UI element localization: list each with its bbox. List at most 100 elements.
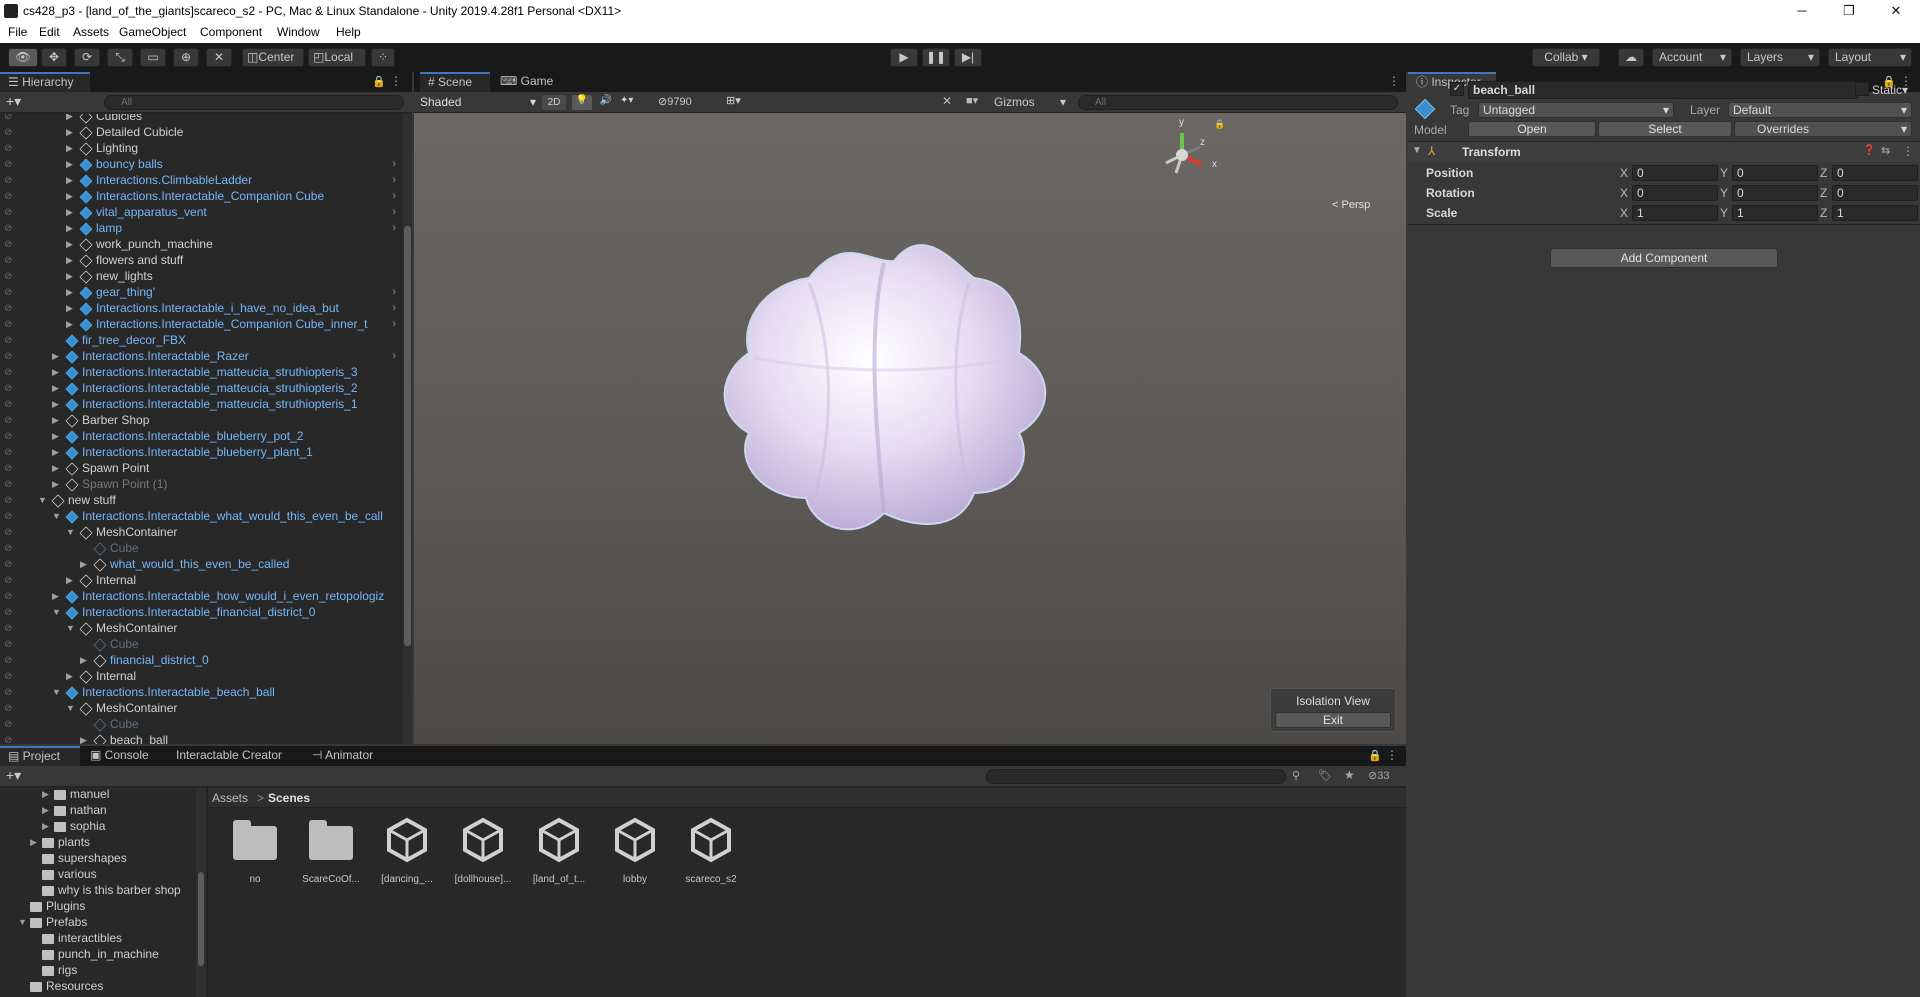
add-component-button[interactable]: Add Component [1550,248,1778,268]
hierarchy-item[interactable]: ⊘ ▶ Interactions.Interactable_i_have_no_id… [0,301,400,317]
search-by-label-icon[interactable]: 🏷 [1318,769,1332,782]
foldout-collapsed-icon[interactable]: ▶ [66,669,76,684]
project-folder-item[interactable]: interactibles [0,931,196,947]
visibility-toggle-icon[interactable]: ⊘ [4,479,16,490]
visibility-toggle-icon[interactable]: ⊘ [4,191,16,202]
visibility-toggle-icon[interactable]: ⊘ [4,271,16,282]
hidden-packages-counter[interactable]: ⊘33 [1368,769,1389,782]
visibility-toggle-icon[interactable]: ⊘ [4,543,16,554]
visibility-toggle-icon[interactable]: ⊘ [4,607,16,618]
foldout-collapsed-icon[interactable]: ▶ [66,157,76,172]
visibility-toggle-icon[interactable]: ⊘ [4,399,16,410]
foldout-collapsed-icon[interactable]: ▶ [66,573,76,588]
view-tool-button[interactable]: 👁 [8,48,38,67]
open-model-button[interactable]: Open [1468,121,1596,137]
hierarchy-item[interactable]: ⊘ Cube [0,637,400,653]
menu-help[interactable]: Help [336,25,361,39]
open-prefab-chevron-icon[interactable]: › [392,317,396,332]
visibility-toggle-icon[interactable]: ⊘ [4,114,16,122]
foldout-collapsed-icon[interactable]: ▶ [52,461,62,476]
foldout-collapsed-icon[interactable]: ▶ [30,835,37,850]
visibility-toggle-icon[interactable]: ⊘ [4,223,16,234]
foldout-collapsed-icon[interactable]: ▶ [66,173,76,188]
2d-toggle-button[interactable]: 2D [542,95,566,110]
hierarchy-item[interactable]: ⊘ Cube [0,541,400,557]
tab-animator[interactable]: ⊣ Animator [304,746,394,766]
menu-component[interactable]: Component [200,25,262,39]
visibility-toggle-icon[interactable]: ⊘ [4,703,16,714]
hierarchy-item[interactable]: ⊘ ▶ Spawn Point (1) [0,477,400,493]
overrides-dropdown[interactable]: Overrides ▾ [1734,121,1912,137]
hierarchy-item[interactable]: ⊘ ▼ Interactions.Interactable_financial_di… [0,605,400,621]
play-button[interactable]: ▶ [890,48,918,67]
gizmo-lock-icon[interactable]: 🔒 [1214,119,1225,130]
hierarchy-item[interactable]: ⊘ ▶ bouncy balls › [0,157,400,173]
hierarchy-item[interactable]: ⊘ ▶ new_lights [0,269,400,285]
asset-scene[interactable]: [dollhouse]... [452,816,514,885]
visibility-toggle-icon[interactable]: ⊘ [4,255,16,266]
menu-assets[interactable]: Assets [73,25,109,39]
minimize-button[interactable]: ─ [1779,0,1825,22]
tab-console[interactable]: ▣ Console [82,746,162,766]
open-prefab-chevron-icon[interactable]: › [392,157,396,172]
open-prefab-chevron-icon[interactable]: › [392,173,396,188]
visibility-toggle-icon[interactable]: ⊘ [4,351,16,362]
hierarchy-item[interactable]: ⊘ ▼ Interactions.Interactable_what_would_t… [0,509,400,525]
visibility-toggle-icon[interactable]: ⊘ [4,719,16,730]
axis-x-label[interactable]: X [1620,206,1628,220]
visibility-toggle-icon[interactable]: ⊘ [4,367,16,378]
pause-button[interactable]: ❚❚ [922,48,950,67]
project-folder-item[interactable]: ▶ plants [0,835,196,851]
hierarchy-item[interactable]: ⊘ Cube [0,717,400,733]
visibility-toggle-icon[interactable]: ⊘ [4,127,16,138]
foldout-collapsed-icon[interactable]: ▶ [66,253,76,268]
rotation-z-field[interactable]: 0 [1832,185,1918,201]
hierarchy-item[interactable]: ⊘ ▶ Spawn Point [0,461,400,477]
visibility-toggle-icon[interactable]: ⊘ [4,143,16,154]
project-folder-item[interactable]: ▶ sophia [0,819,196,835]
foldout-collapsed-icon[interactable]: ▶ [66,285,76,300]
foldout-collapsed-icon[interactable]: ▶ [52,413,62,428]
axis-x-label[interactable]: X [1620,186,1628,200]
project-folder-item[interactable]: why is this barber shop [0,883,196,899]
foldout-collapsed-icon[interactable]: ▶ [66,237,76,252]
foldout-collapsed-icon[interactable]: ▶ [52,589,62,604]
breadcrumb-scenes[interactable]: Scenes [268,791,310,805]
axis-y-label[interactable]: Y [1720,186,1728,200]
hierarchy-item[interactable]: ⊘ ▶ Interactions.ClimbableLadder › [0,173,400,189]
active-checkbox[interactable]: ✓ [1450,82,1464,96]
menu-window[interactable]: Window [277,25,320,39]
visibility-toggle-icon[interactable]: ⊘ [4,463,16,474]
pivot-local-button[interactable]: ◰Local [308,48,366,67]
visibility-toggle-icon[interactable]: ⊘ [4,639,16,650]
foldout-collapsed-icon[interactable]: ▶ [66,301,76,316]
scale-tool-button[interactable]: ⤡ [107,48,133,67]
hierarchy-item[interactable]: ⊘ ▶ Interactions.Interactable_matteucia_st… [0,381,400,397]
asset-scene[interactable]: [dancing_... [376,816,438,885]
visibility-toggle-icon[interactable]: ⊘ [4,239,16,250]
project-tree-scrollbar[interactable] [196,788,206,997]
asset-scene[interactable]: lobby [604,816,666,885]
foldout-collapsed-icon[interactable]: ▶ [52,445,62,460]
hierarchy-scrollbar[interactable] [403,114,412,744]
visibility-toggle-icon[interactable]: ⊘ [4,735,16,744]
open-prefab-chevron-icon[interactable]: › [392,205,396,220]
grid-dropdown-icon[interactable]: ⊞▾ [726,94,756,107]
foldout-collapsed-icon[interactable]: ▶ [52,477,62,492]
foldout-collapsed-icon[interactable]: ▶ [52,365,62,380]
hierarchy-item[interactable]: ⊘ ▶ Interactions.Interactable_matteucia_st… [0,397,400,413]
scrollbar-thumb[interactable] [404,226,411,646]
persp-label[interactable]: < Persp [1332,199,1370,211]
move-tool-button[interactable]: ✥ [41,48,67,67]
kebab-menu-icon[interactable]: ⋮ [390,74,402,88]
foldout-expanded-icon[interactable]: ▼ [66,621,76,636]
foldout-collapsed-icon[interactable]: ▶ [52,349,62,364]
favorite-star-icon[interactable]: ★ [1344,768,1355,782]
foldout-expanded-icon[interactable]: ▼ [52,509,62,524]
search-by-type-icon[interactable]: ⚲ [1292,769,1300,782]
visibility-toggle-icon[interactable]: ⊘ [4,687,16,698]
hierarchy-item[interactable]: ⊘ ▶ financial_district_0 [0,653,400,669]
axis-y-label[interactable]: Y [1720,166,1728,180]
hierarchy-item[interactable]: ⊘ ▶ Detailed Cubicle [0,125,400,141]
asset-folder[interactable]: ScareCoOf... [300,816,362,885]
